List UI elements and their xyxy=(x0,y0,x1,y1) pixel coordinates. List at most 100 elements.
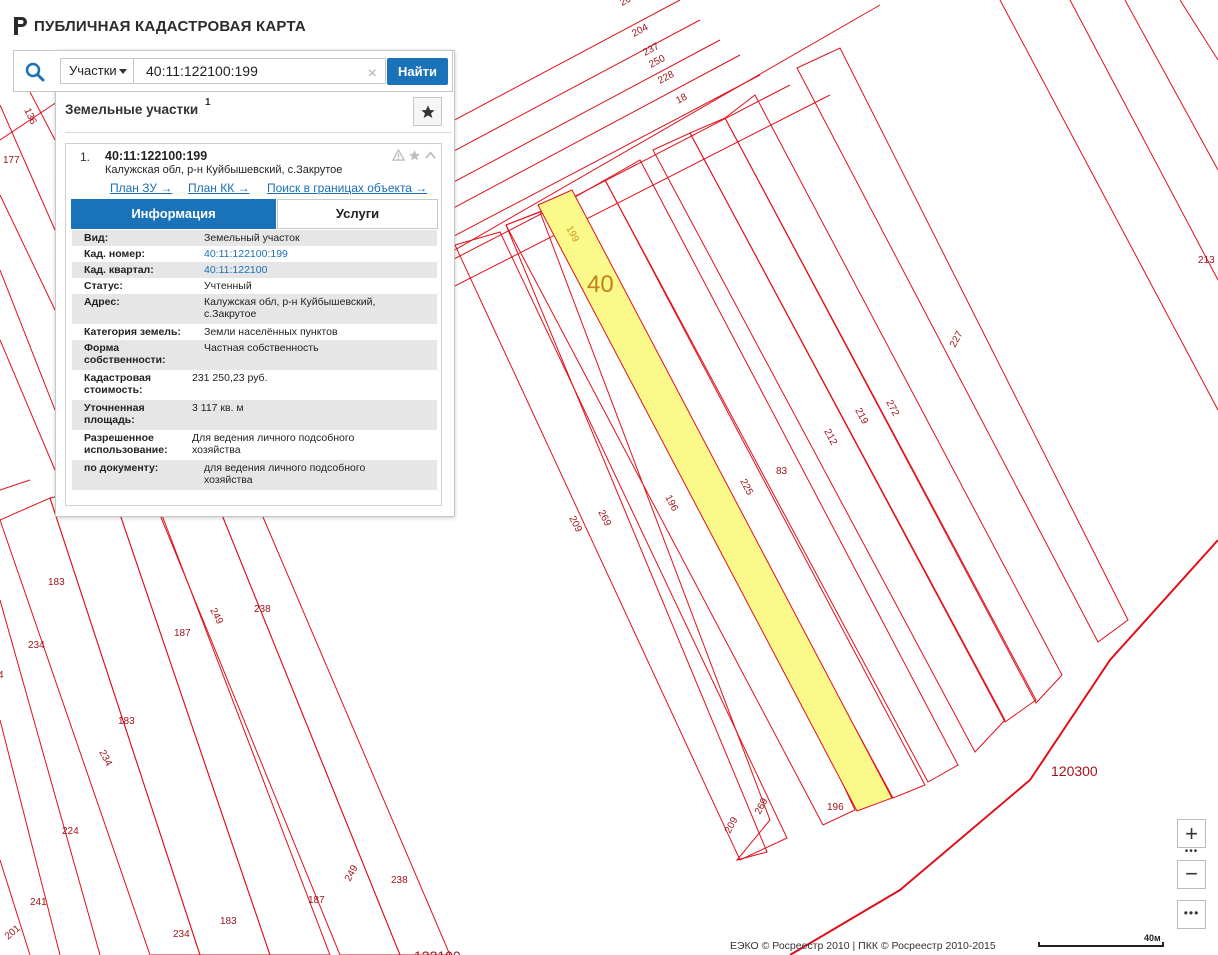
svg-text:249: 249 xyxy=(207,606,225,626)
attribute-value: Калужская обл, р-н Куйбышевский, с.Закру… xyxy=(204,296,376,320)
attribute-value: Земли населённых пунктов xyxy=(204,326,338,338)
search-input[interactable]: 40:11:122100:199 × xyxy=(134,58,386,84)
map-attribution: ЕЭКО © Росреестр 2010 | ПКК © Росреестр … xyxy=(730,940,996,952)
svg-text:208: 208 xyxy=(618,0,638,9)
attribute-row: Статус: Учтенный xyxy=(72,278,437,294)
svg-text:201: 201 xyxy=(3,923,23,942)
svg-text:234: 234 xyxy=(96,748,114,768)
link-search-in-bounds[interactable]: Поиск в границах объекта → xyxy=(267,181,427,195)
chevron-down-icon xyxy=(119,69,127,74)
app-brand[interactable]: ПУБЛИЧНАЯ КАДАСТРОВАЯ КАРТА xyxy=(12,16,306,36)
search-scope-value: Участки xyxy=(69,63,117,78)
svg-text:4: 4 xyxy=(0,670,4,681)
svg-text:219: 219 xyxy=(852,406,870,426)
zoom-out-button[interactable]: − xyxy=(1177,860,1206,889)
attribute-row: Форма собственности: Частная собственнос… xyxy=(72,340,437,370)
attribute-value: Для ведения личного подсобного хозяйства xyxy=(192,432,355,456)
svg-text:238: 238 xyxy=(254,604,271,615)
warning-icon[interactable] xyxy=(392,149,405,162)
svg-text:212: 212 xyxy=(821,427,839,447)
svg-text:183: 183 xyxy=(48,577,65,588)
tab-services[interactable]: Услуги xyxy=(277,199,438,229)
link-plan-kk[interactable]: План КК → xyxy=(188,181,250,195)
attribute-key: Кад. номер: xyxy=(84,248,146,260)
chevron-up-icon[interactable] xyxy=(424,149,437,162)
svg-text:187: 187 xyxy=(174,628,191,639)
attribute-row: Кад. квартал: 40:11:122100 xyxy=(72,262,437,278)
results-count: 1 xyxy=(205,97,211,108)
svg-text:183: 183 xyxy=(118,716,135,727)
svg-text:249: 249 xyxy=(343,863,361,883)
zoom-level-dots: ••• xyxy=(1184,846,1199,857)
search-bar: Участки 40:11:122100:199 × Найти xyxy=(13,50,453,92)
attribute-row: Разрешенное использование: Для ведения л… xyxy=(72,430,437,460)
attribute-key: Вид: xyxy=(84,232,109,244)
section-divider xyxy=(65,132,452,133)
attribute-key: Адрес: xyxy=(84,296,120,308)
attribute-value: Частная собственность xyxy=(204,342,319,354)
attribute-key: Разрешенное использование: xyxy=(84,432,168,456)
attribute-key: Статус: xyxy=(84,280,123,292)
zoom-in-button[interactable]: + xyxy=(1177,819,1206,848)
svg-text:196: 196 xyxy=(662,493,680,513)
svg-text:272: 272 xyxy=(883,398,901,418)
svg-text:225: 225 xyxy=(737,477,755,497)
attribute-value: Учтенный xyxy=(204,280,252,292)
svg-text:213: 213 xyxy=(1198,255,1215,266)
results-section-title: Земельные участки xyxy=(65,102,199,117)
svg-text:120300: 120300 xyxy=(1051,763,1098,779)
search-icon[interactable] xyxy=(24,61,46,83)
svg-text:238: 238 xyxy=(391,875,408,886)
favorites-button[interactable] xyxy=(413,97,442,126)
more-options-button[interactable]: ••• xyxy=(1177,900,1206,929)
result-address: Калужская обл, р-н Куйбышевский, с.Закру… xyxy=(105,164,343,176)
link-plan-zu[interactable]: План ЗУ → xyxy=(110,181,172,195)
result-cadnum[interactable]: 40:11:122100:199 xyxy=(105,149,207,163)
search-scope-select[interactable]: Участки xyxy=(60,58,134,84)
svg-text:83: 83 xyxy=(776,466,788,477)
tab-information[interactable]: Информация xyxy=(71,199,276,229)
svg-text:122100: 122100 xyxy=(414,948,461,955)
attribute-value-link[interactable]: 40:11:122100 xyxy=(204,264,437,276)
svg-text:187: 187 xyxy=(308,895,325,906)
attribute-row: Вид: Земельный участок xyxy=(72,230,437,246)
attributes-table: Вид: Земельный участок Кад. номер: 40:11… xyxy=(72,230,437,490)
attribute-value: для ведения личного подсобного хозяйства xyxy=(204,462,366,486)
svg-text:40: 40 xyxy=(587,271,614,298)
attribute-value: 231 250,23 руб. xyxy=(192,372,268,384)
attribute-row: Категория земель: Земли населённых пункт… xyxy=(72,324,437,340)
attribute-key: Кад. квартал: xyxy=(84,264,154,276)
svg-text:183: 183 xyxy=(220,916,237,927)
search-input-value: 40:11:122100:199 xyxy=(146,63,258,79)
svg-text:241: 241 xyxy=(30,897,47,908)
svg-text:224: 224 xyxy=(62,826,79,837)
attribute-row: Уточненная площадь: 3 117 кв. м xyxy=(72,400,437,430)
attribute-value-link[interactable]: 40:11:122100:199 xyxy=(204,248,437,260)
star-icon xyxy=(420,104,435,118)
find-button[interactable]: Найти xyxy=(387,58,448,85)
svg-text:209: 209 xyxy=(723,815,741,835)
clear-icon[interactable]: × xyxy=(368,62,377,86)
attribute-key: Категория земель: xyxy=(84,326,181,338)
attribute-key: Форма собственности: xyxy=(84,342,166,366)
svg-text:269: 269 xyxy=(595,508,613,528)
attribute-row: по документу: для ведения личного подсоб… xyxy=(72,460,437,490)
app-title: ПУБЛИЧНАЯ КАДАСТРОВАЯ КАРТА xyxy=(34,17,306,35)
attribute-row: Адрес: Калужская обл, р-н Куйбышевский, … xyxy=(72,294,437,324)
logo-icon xyxy=(14,17,27,35)
scale-label: 40м xyxy=(1144,933,1161,943)
svg-text:234: 234 xyxy=(28,640,45,651)
attribute-value: 3 117 кв. м xyxy=(192,402,244,414)
svg-text:196: 196 xyxy=(827,802,844,813)
star-icon[interactable] xyxy=(408,149,421,162)
attribute-key: Кадастровая стоимость: xyxy=(84,372,151,396)
result-index: 1. xyxy=(80,150,91,164)
attribute-row: Кад. номер: 40:11:122100:199 xyxy=(72,246,437,262)
card-actions xyxy=(392,149,437,162)
svg-text:177: 177 xyxy=(3,155,20,166)
svg-text:18: 18 xyxy=(674,92,689,107)
attribute-row: Кадастровая стоимость: 231 250,23 руб. xyxy=(72,370,437,400)
attribute-key: Уточненная площадь: xyxy=(84,402,145,426)
attribute-key: по документу: xyxy=(84,462,159,474)
map-parcels-left-upper xyxy=(0,91,56,471)
